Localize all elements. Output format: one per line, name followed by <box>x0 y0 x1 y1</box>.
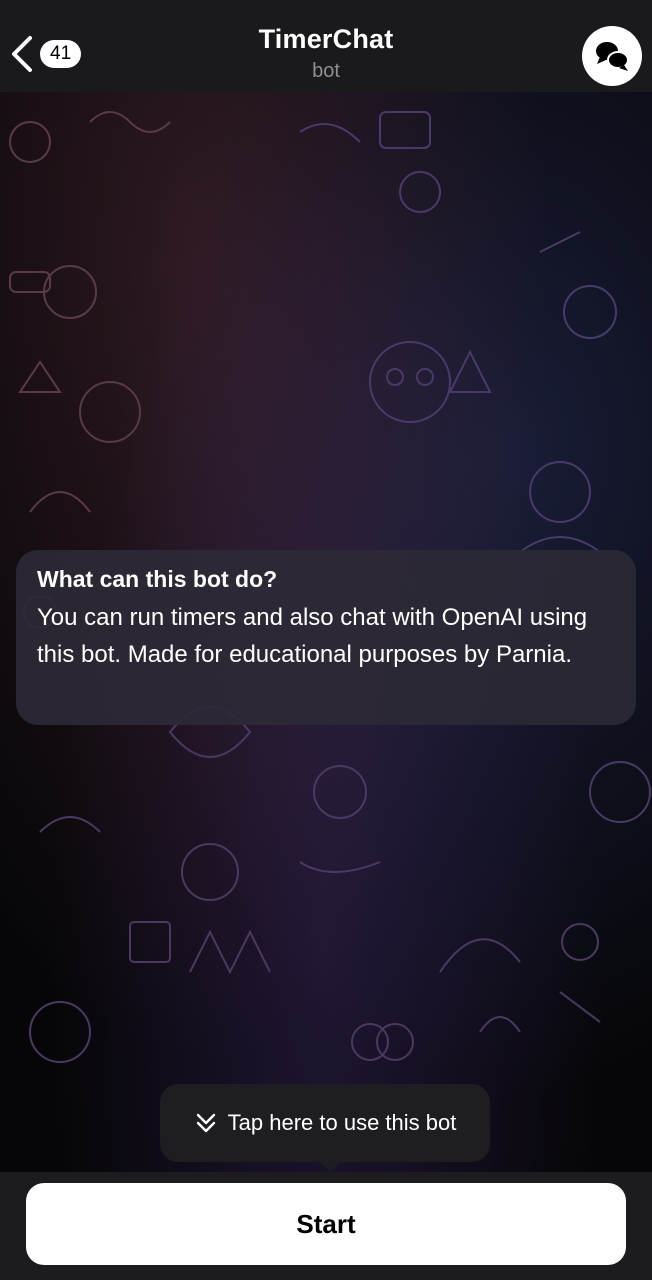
start-button[interactable]: Start <box>26 1183 626 1265</box>
bubble-text: You can run timers and also chat with Op… <box>37 604 588 668</box>
bot-description-bubble: What can this bot do? You can run timers… <box>16 550 636 725</box>
start-hint-tooltip: Tap here to use this bot <box>160 1084 490 1162</box>
tooltip-tail <box>316 1158 344 1172</box>
bubble-title: What can this bot do? <box>37 566 278 592</box>
chat-bubbles-icon <box>596 42 629 71</box>
double-chevron-down-icon <box>196 1113 215 1133</box>
avatar[interactable] <box>582 26 642 86</box>
chat-title[interactable]: TimerChat <box>0 24 652 55</box>
tooltip-text: Tap here to use this bot <box>227 1110 457 1135</box>
chat-subtitle: bot <box>312 60 340 82</box>
chat-header: 41 TimerChat bot <box>0 0 652 92</box>
